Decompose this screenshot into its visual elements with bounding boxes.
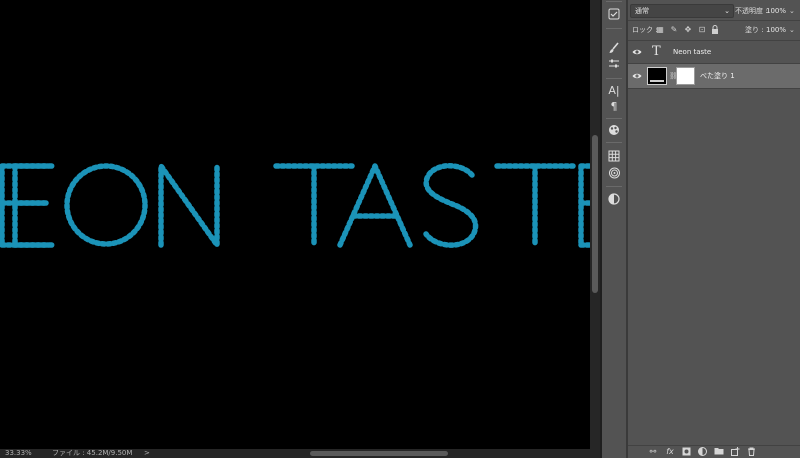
letter-s [423,163,479,248]
character-icon[interactable]: A| [604,82,624,98]
opacity-input[interactable]: 100% [766,4,786,18]
blend-mode-select[interactable]: 通常 ⌄ [630,4,734,18]
chevron-down-icon: ⌄ [724,7,730,15]
status-bar: 33.33% ファイル : 45.2M/9.50M > [0,449,600,458]
styles-icon[interactable] [604,122,624,138]
lock-all-icon[interactable] [710,25,720,35]
neon-text-artwork [0,163,590,248]
layer-row-text[interactable]: T Neon taste [628,40,800,64]
paragraph-icon[interactable]: ¶ [604,98,624,114]
lock-fill-row: ロック : ▦ ✎ ✥ ⊡ 塗り : 100% ⌄ [628,22,800,38]
opacity-dropdown-icon[interactable]: ⌄ [789,4,795,18]
layer-row-fill[interactable]: ⛓ べた塗り 1 [628,64,800,88]
eye-icon[interactable] [632,47,642,57]
file-info: ファイル : 45.2M/9.50M [52,449,133,457]
folder-icon[interactable] [714,447,724,457]
fill-input[interactable]: 100% [766,23,786,37]
link-icon[interactable]: ⚯ [648,447,658,457]
adjust-sliders-icon[interactable] [604,56,624,72]
opacity-label: 不透明度 : [735,7,768,15]
fill-label: 塗り : [745,26,764,34]
link-icon[interactable]: ⛓ [669,72,678,80]
history-icon[interactable] [604,6,624,22]
divider [606,186,622,187]
adjustments-icon[interactable] [604,191,624,207]
libraries-icon[interactable] [604,165,624,181]
status-menu-arrow[interactable]: > [144,449,150,458]
document-canvas[interactable] [0,0,590,449]
layer-name[interactable]: Neon taste [673,40,711,64]
letter-o [64,163,148,247]
divider [606,28,622,29]
letter-e-2 [578,163,590,248]
blend-mode-value: 通常 [635,7,649,15]
divider [606,142,622,143]
panel-tool-strip: A| ¶ [602,0,626,458]
blend-opacity-row: 通常 ⌄ 不透明度 : 100% ⌄ [628,4,800,18]
fill-dropdown-icon[interactable]: ⌄ [789,23,795,37]
layer-mask-thumbnail[interactable] [676,67,695,85]
mask-icon[interactable] [681,447,691,457]
horizontal-scroll-thumb[interactable] [310,451,448,456]
lock-label: ロック : [632,26,658,34]
divider [606,78,622,79]
divider [606,1,622,2]
fill-layer-thumbnail[interactable] [647,67,667,85]
divider [606,118,622,119]
divider [628,20,800,21]
layers-panel-footer: ⚯ fx [628,445,800,458]
letter-n [158,163,220,248]
letter-t-2 [494,163,576,248]
layer-name[interactable]: べた塗り 1 [700,64,735,88]
brush-settings-icon[interactable] [604,40,624,56]
lock-transparent-icon[interactable]: ▦ [655,25,665,35]
zoom-level[interactable]: 33.33% [5,449,32,458]
letter-a [337,163,413,248]
letter-e [12,163,56,248]
text-layer-icon: T [652,44,661,59]
divider [628,88,800,89]
letter-t [273,163,355,248]
new-layer-icon[interactable] [730,447,740,457]
fx-icon[interactable]: fx [665,447,675,457]
adjustment-layer-icon[interactable] [697,447,707,457]
lock-image-icon[interactable]: ✎ [669,25,679,35]
trash-icon[interactable] [746,447,756,457]
lock-position-icon[interactable]: ✥ [683,25,693,35]
canvas-vertical-scrollbar[interactable] [590,0,600,449]
swatches-grid-icon[interactable] [604,148,624,164]
lock-artboard-icon[interactable]: ⊡ [697,25,707,35]
eye-icon[interactable] [632,71,642,81]
layers-panel: 通常 ⌄ 不透明度 : 100% ⌄ ロック : ▦ ✎ ✥ ⊡ 塗り : 10… [628,0,800,458]
scroll-thumb[interactable] [592,135,598,293]
